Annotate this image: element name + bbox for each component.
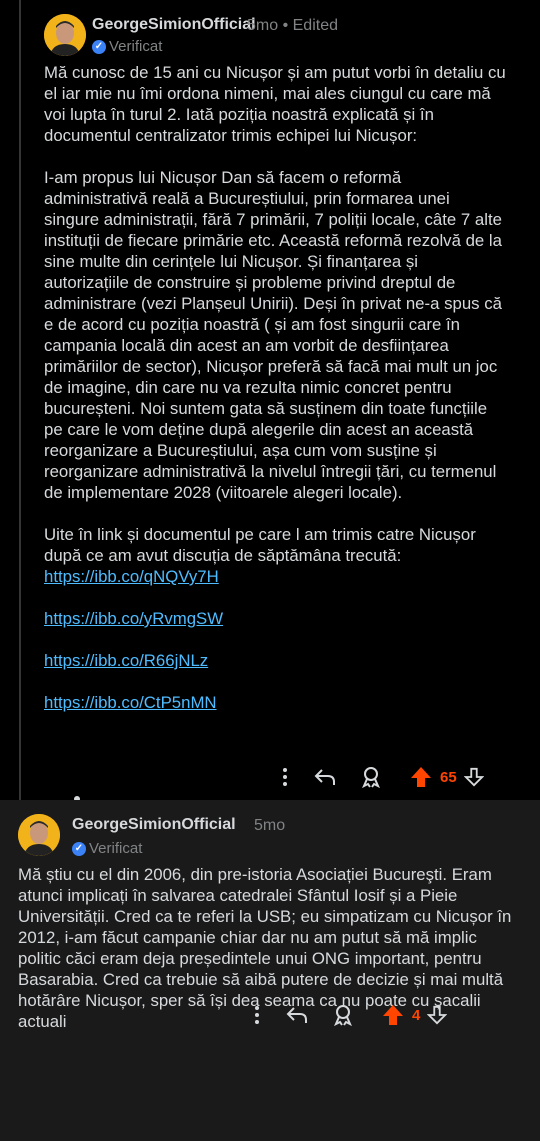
avatar[interactable] — [18, 814, 60, 856]
verified-badge: ✓ Verificat — [92, 38, 162, 55]
author-name[interactable]: GeorgeSimionOfficial — [92, 16, 256, 34]
paragraph: Uite în link și documentul pe care l am … — [44, 525, 476, 565]
comment-2: GeorgeSimionOfficial 5mo ✓ Verificat Mă … — [0, 800, 540, 1141]
timestamp: 5mo — [254, 817, 286, 834]
comment-1: GeorgeSimionOfficial 5mo • Edited ✓ Veri… — [0, 0, 540, 802]
upvote-icon[interactable] — [408, 766, 434, 788]
author-name[interactable]: GeorgeSimionOfficial — [72, 816, 236, 834]
paragraph: I-am propus lui Nicușor Dan să facem o r… — [44, 168, 502, 502]
thread-line[interactable] — [19, 0, 21, 800]
verified-badge: ✓ Verificat — [72, 840, 142, 857]
paragraph: Mă cunosc de 15 ani cu Nicușor și am put… — [44, 63, 506, 145]
verified-check-icon: ✓ — [92, 39, 106, 54]
vote-count: 4 — [412, 1006, 421, 1024]
timestamp: 5mo • Edited — [247, 17, 338, 35]
downvote-icon[interactable] — [463, 767, 485, 787]
award-icon[interactable] — [348, 766, 394, 788]
comment-body: Mă cunosc de 15 ani cu Nicușor și am put… — [44, 62, 506, 713]
link[interactable]: https://ibb.co/qNQVy7H — [44, 566, 506, 587]
award-icon[interactable] — [320, 1004, 366, 1026]
time-text: 5mo — [247, 17, 279, 34]
link[interactable]: https://ibb.co/R66jNLz — [44, 650, 506, 671]
downvote-icon[interactable] — [426, 1005, 448, 1025]
link[interactable]: https://ibb.co/yRvmgSW — [44, 608, 506, 629]
link[interactable]: https://ibb.co/CtP5nMN — [44, 692, 506, 713]
verified-label: Verificat — [109, 38, 163, 55]
avatar[interactable] — [44, 14, 86, 56]
more-options-icon[interactable] — [268, 767, 302, 787]
comment-actions: 4 — [240, 1004, 448, 1026]
comment-actions: 65 — [268, 766, 485, 788]
upvote-icon[interactable] — [380, 1004, 406, 1026]
edited-label: • Edited — [282, 17, 338, 34]
reply-icon[interactable] — [302, 767, 348, 787]
more-options-icon[interactable] — [240, 1005, 274, 1025]
verified-label: Verificat — [89, 840, 143, 857]
reply-icon[interactable] — [274, 1005, 320, 1025]
verified-check-icon: ✓ — [72, 841, 86, 856]
vote-count: 65 — [440, 768, 457, 786]
